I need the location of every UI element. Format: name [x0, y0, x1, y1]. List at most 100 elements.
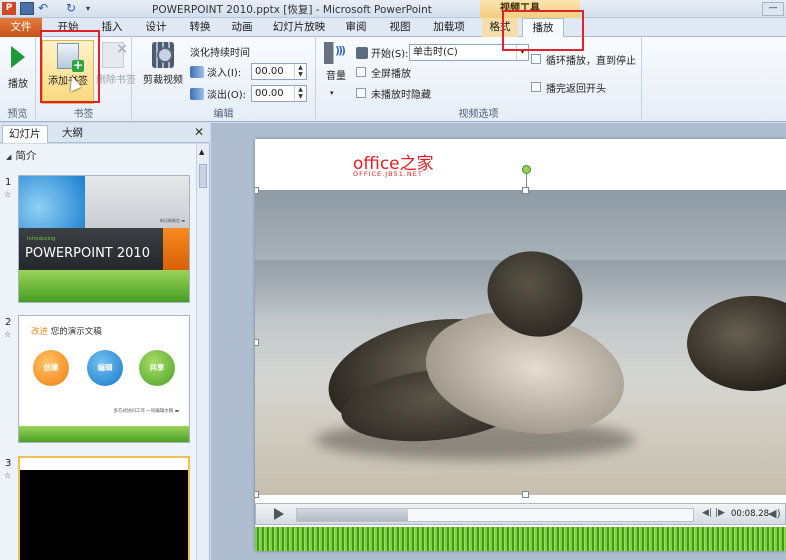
group-preview: 播放 预览: [0, 37, 36, 122]
resize-handle[interactable]: [255, 491, 259, 498]
slide-thumbnail-1[interactable]: 新功能概览 ▬ Introducing POWERPOINT 2010: [18, 175, 190, 303]
checkbox-box[interactable]: [531, 54, 541, 64]
player-progress-bar[interactable]: [296, 508, 694, 522]
tab-file[interactable]: 文件: [0, 18, 42, 37]
slide-thumbnail-2[interactable]: 改进 您的演示文稿 创建 编辑 共享 多方式协同工作 一同编辑文稿 ▬: [18, 315, 190, 443]
fade-out-input[interactable]: [252, 86, 294, 101]
remove-bookmark-label: 删除书签: [96, 75, 136, 86]
fade-out-stepper-icon[interactable]: ▲ ▼: [294, 86, 306, 101]
panel-scrollbar[interactable]: ▲: [196, 144, 209, 560]
fade-duration-label: 淡化持续时间: [190, 48, 250, 59]
close-icon[interactable]: ✕: [194, 125, 204, 139]
resize-handle[interactable]: [522, 491, 529, 498]
fade-in-stepper-icon[interactable]: ▲ ▼: [294, 64, 306, 79]
film-reel-icon: [152, 42, 174, 68]
tab-add-ins[interactable]: 加载项: [424, 18, 474, 37]
ribbon-playback: 播放 预览 + 添加书签 × 删除书签 书签 剪裁视频 淡化持续时间 淡入(I)…: [0, 37, 786, 122]
resize-handle[interactable]: [522, 187, 529, 194]
hide-while-not-playing-checkbox[interactable]: 未播放时隐藏: [356, 86, 431, 101]
collapse-triangle-icon[interactable]: ◢: [6, 153, 11, 161]
slide-number: 2: [5, 317, 12, 328]
tab-outline[interactable]: 大纲: [56, 125, 89, 143]
thumb2-grass: [19, 426, 189, 442]
slide-number: 3: [5, 458, 12, 469]
tab-insert[interactable]: 插入: [92, 18, 132, 37]
player-time: 00:08.28: [731, 509, 770, 519]
redo-icon[interactable]: ↻: [66, 2, 80, 15]
slide-star-icon: ☆: [4, 330, 12, 339]
group-label-edit: 编辑: [213, 109, 234, 120]
video-tools-context-label: 视频工具: [480, 0, 580, 18]
tab-slide-show[interactable]: 幻灯片放映: [266, 18, 332, 37]
rewind-after-playing-checkbox[interactable]: 播完返回开头: [531, 80, 606, 95]
rotate-handle-stem: [526, 174, 527, 188]
thumb1-title: POWERPOINT 2010: [25, 246, 150, 261]
checkbox-box[interactable]: [356, 88, 366, 98]
add-bookmark-icon: +: [57, 43, 84, 72]
section-header[interactable]: ◢ 简介: [0, 148, 196, 164]
resize-handle[interactable]: [255, 339, 259, 346]
minimize-button[interactable]: —: [762, 2, 784, 16]
save-icon[interactable]: [20, 2, 34, 15]
current-slide[interactable]: office之家 OFFICE.JB51.NET ◀| |▶ 00:08.28 …: [255, 139, 786, 551]
checkbox-box[interactable]: [531, 82, 541, 92]
thumb2-title-accent: 改进: [31, 327, 49, 337]
trim-video-button[interactable]: 剪裁视频: [140, 40, 186, 104]
volume-label: 音量: [326, 71, 346, 82]
step-forward-icon[interactable]: |▶: [715, 508, 725, 518]
player-volume-icon[interactable]: ◀): [768, 507, 781, 520]
scroll-up-icon[interactable]: ▲: [199, 148, 204, 156]
video-player-bar: ◀| |▶ 00:08.28 ◀): [255, 503, 786, 525]
thumb3-header: [20, 458, 188, 470]
powerpoint-app-icon[interactable]: P: [2, 2, 16, 15]
video-object[interactable]: [255, 190, 786, 495]
thumb1-intro: Introducing: [27, 236, 56, 242]
player-play-button[interactable]: [274, 508, 284, 520]
group-label-preview: 预览: [7, 109, 28, 120]
undo-icon[interactable]: ↶: [38, 2, 52, 15]
start-dropdown-value: 单击时(C): [413, 47, 458, 58]
ribbon-tab-row: 文件 开始 插入 设计 转换 动画 幻灯片放映 审阅 视图 加载项 格式 播放: [0, 18, 786, 38]
customize-quick-access-icon[interactable]: ▾: [86, 2, 100, 15]
thumb2-circle-share: 共享: [139, 350, 175, 386]
fade-out-spinner[interactable]: ▲▼: [251, 85, 307, 102]
thumb1-blue-panel: [19, 176, 85, 228]
player-progress-loaded: [297, 509, 408, 521]
remove-bookmark-button[interactable]: × 删除书签: [96, 40, 136, 104]
start-dropdown[interactable]: 单击时(C) ▾: [409, 44, 529, 61]
thumb2-circle-create: 创建: [33, 350, 69, 386]
tab-home[interactable]: 开始: [48, 18, 88, 37]
fullscreen-checkbox[interactable]: 全屏播放: [356, 65, 411, 80]
tab-video-format[interactable]: 格式: [482, 18, 518, 37]
loop-until-stopped-checkbox[interactable]: 循环播放，直到停止: [531, 52, 636, 67]
title-bar: P ↶ ↻ ▾ POWERPOINT 2010.pptx [恢复] - Micr…: [0, 0, 786, 18]
thumb2-title-rest: 您的演示文稿: [48, 327, 102, 337]
add-bookmark-button[interactable]: + 添加书签: [42, 40, 94, 104]
tab-video-playback[interactable]: 播放: [522, 18, 564, 38]
thumb1-grass: [19, 270, 189, 302]
slide-thumbnail-3-selected[interactable]: [18, 456, 190, 560]
chevron-down-icon[interactable]: ▾: [516, 45, 528, 60]
resize-handle[interactable]: [255, 187, 259, 194]
tab-slides[interactable]: 幻灯片: [2, 125, 48, 143]
volume-button[interactable]: 音量: [320, 40, 352, 104]
fullscreen-label: 全屏播放: [371, 68, 411, 80]
tab-review[interactable]: 审阅: [336, 18, 376, 37]
play-button[interactable]: 播放: [2, 40, 34, 104]
tab-animations[interactable]: 动画: [222, 18, 262, 37]
slide-editing-area: office之家 OFFICE.JB51.NET ◀| |▶ 00:08.28 …: [211, 123, 786, 560]
scroll-thumb[interactable]: [199, 164, 207, 188]
play-label: 播放: [8, 79, 28, 90]
rotate-handle[interactable]: [522, 165, 531, 174]
hide-while-not-playing-label: 未播放时隐藏: [371, 89, 431, 101]
tab-transitions[interactable]: 转换: [180, 18, 220, 37]
fade-out-icon: [190, 87, 204, 100]
chevron-down-icon[interactable]: ▾: [330, 89, 334, 97]
fade-in-input[interactable]: [252, 64, 294, 79]
checkbox-box[interactable]: [356, 67, 366, 77]
tab-design[interactable]: 设计: [136, 18, 176, 37]
slide-grass-footer: [255, 527, 786, 551]
tab-view[interactable]: 视图: [380, 18, 420, 37]
fade-in-spinner[interactable]: ▲▼: [251, 63, 307, 80]
step-back-icon[interactable]: ◀|: [702, 508, 712, 518]
